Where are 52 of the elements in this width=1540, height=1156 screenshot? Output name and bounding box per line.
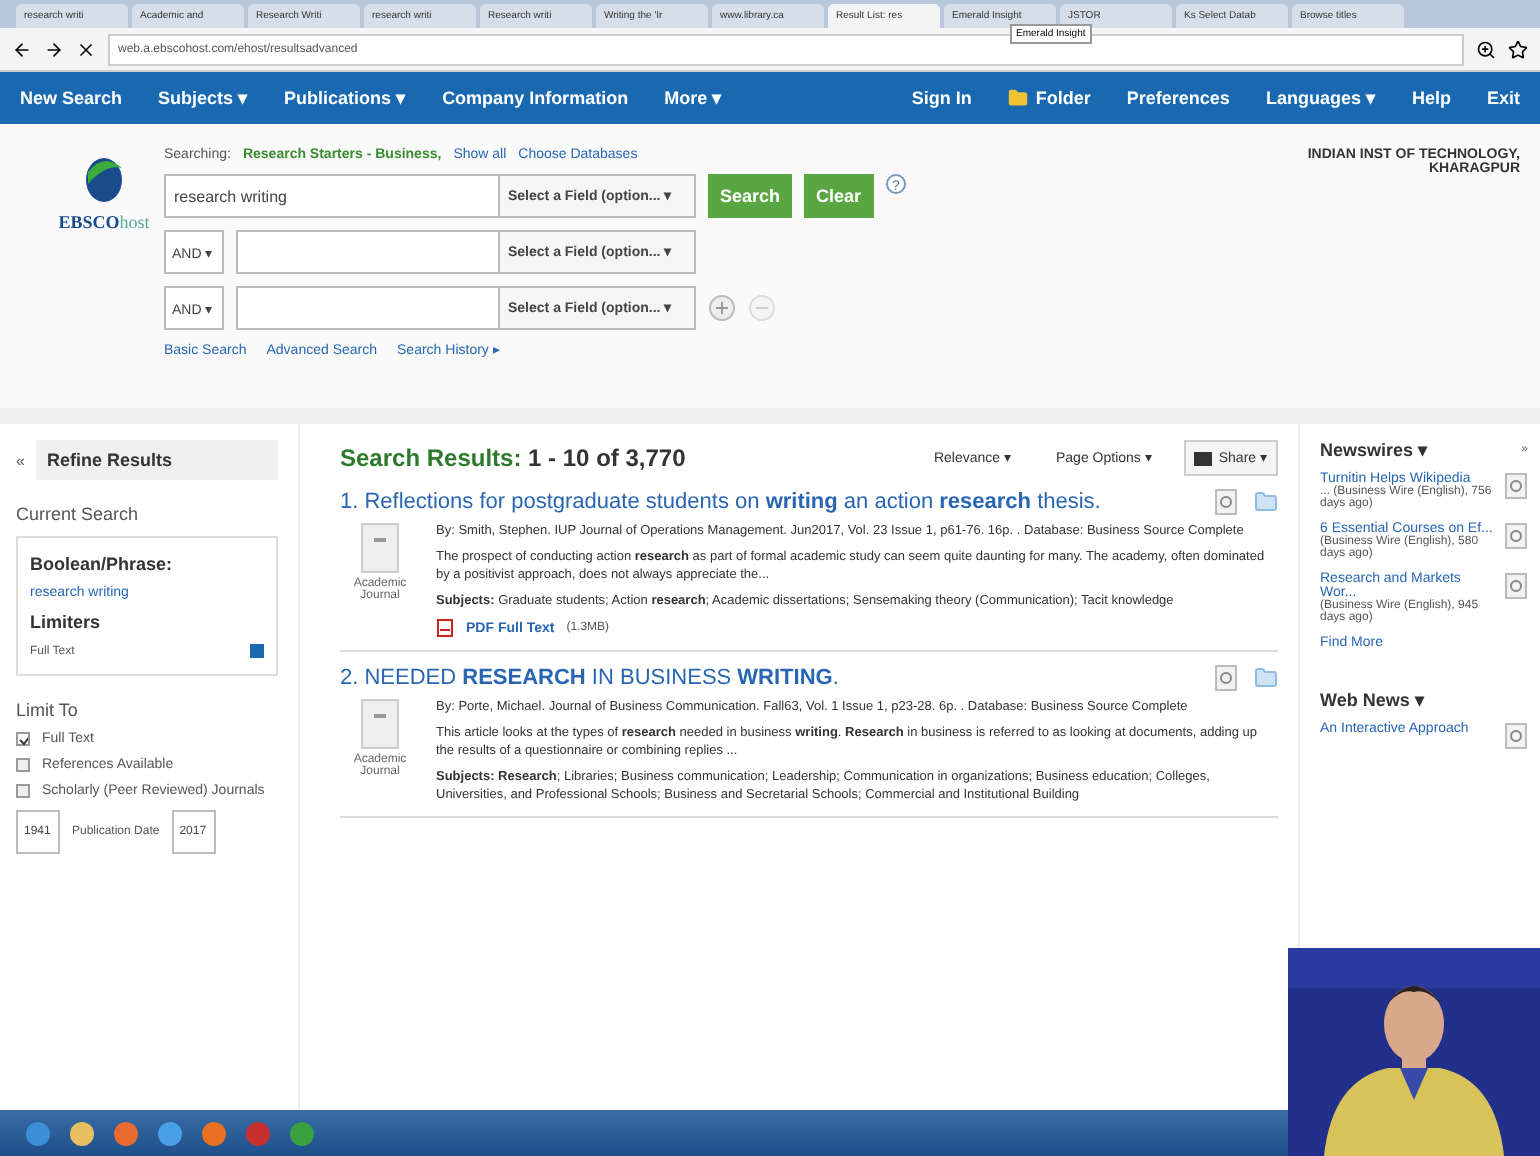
- taskbar-app-icon[interactable]: [288, 1119, 316, 1147]
- taskbar-app-icon[interactable]: [200, 1119, 228, 1147]
- nav-link[interactable]: Publications ▾: [284, 88, 407, 108]
- nav-link[interactable]: Company Information: [442, 88, 629, 108]
- nav-link[interactable]: Folder: [1035, 88, 1091, 108]
- share-icon: [1194, 451, 1213, 465]
- checkbox[interactable]: [16, 784, 30, 798]
- boolean-label: Boolean/Phrase:: [30, 554, 175, 574]
- preview-icon[interactable]: [1214, 488, 1238, 516]
- back-icon[interactable]: [12, 39, 32, 59]
- collapse-toggle[interactable]: «: [16, 451, 25, 469]
- preview-icon[interactable]: [1504, 572, 1528, 600]
- section-heading: Current Search: [16, 504, 141, 524]
- section-heading: Web News ▾: [1320, 690, 1427, 710]
- nav-link[interactable]: Subjects ▾: [158, 88, 249, 108]
- result-title[interactable]: 2. NEEDED RESEARCH IN BUSINESS WRITING.: [340, 666, 1198, 690]
- folder-icon: [1007, 88, 1028, 108]
- checkbox[interactable]: [16, 758, 30, 772]
- close-icon[interactable]: [76, 39, 96, 59]
- nav-link[interactable]: Preferences: [1126, 88, 1230, 108]
- nav-link[interactable]: Sign In: [911, 88, 972, 108]
- nav-link[interactable]: Languages ▾: [1265, 88, 1376, 108]
- limiters-label: Limiters: [30, 612, 103, 632]
- results-heading: Search Results: 1 - 10 of 3,770: [340, 444, 686, 472]
- nav-link[interactable]: Help: [1411, 88, 1451, 108]
- folder-icon[interactable]: [1254, 666, 1278, 690]
- preview-icon[interactable]: [1504, 472, 1528, 500]
- nav-link[interactable]: Exit: [1486, 88, 1520, 108]
- taskbar-app-icon[interactable]: [68, 1119, 96, 1147]
- checkbox[interactable]: [16, 732, 30, 746]
- nav-link[interactable]: More ▾: [664, 88, 723, 108]
- journal-icon: [358, 522, 402, 574]
- journal-icon: [358, 698, 402, 750]
- preview-icon[interactable]: [1504, 522, 1528, 550]
- section-heading: Newswires ▾: [1320, 440, 1431, 460]
- result-title[interactable]: 1. Reflections for postgraduate students on writing an action research thesis.: [340, 490, 1198, 514]
- preview-icon[interactable]: [1504, 722, 1528, 750]
- section-heading: Limit To: [16, 700, 80, 720]
- logo-text: EBSCOhost: [58, 212, 150, 232]
- plus-icon[interactable]: [708, 294, 736, 322]
- refine-results-header: Refine Results: [36, 440, 278, 480]
- taskbar-app-icon[interactable]: [24, 1119, 52, 1147]
- folder-icon[interactable]: [1254, 490, 1278, 514]
- zoom-icon[interactable]: [1476, 39, 1496, 59]
- taskbar-app-icon[interactable]: [156, 1119, 184, 1147]
- preview-icon[interactable]: [1214, 664, 1238, 692]
- star-icon[interactable]: [1508, 39, 1528, 59]
- nav-link[interactable]: New Search: [20, 88, 123, 108]
- taskbar-app-icon[interactable]: [112, 1119, 140, 1147]
- forward-icon[interactable]: [44, 39, 64, 59]
- pdf-icon: [436, 618, 454, 638]
- logo-icon: [82, 156, 126, 204]
